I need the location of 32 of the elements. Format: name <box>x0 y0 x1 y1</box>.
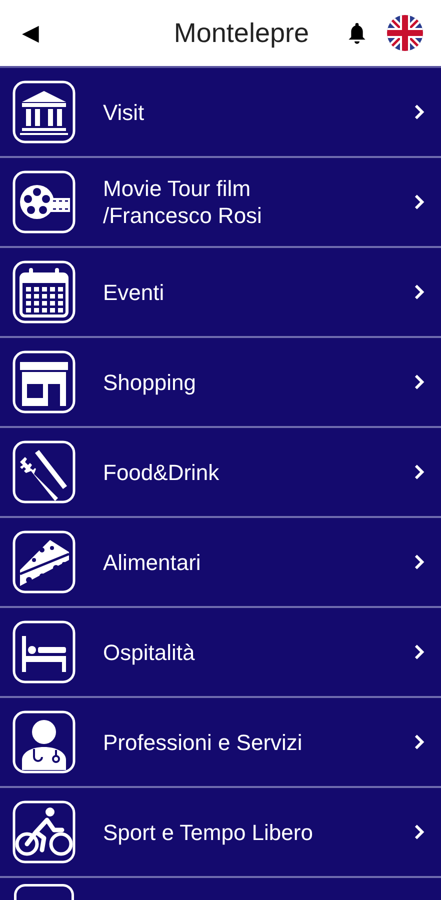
chevron-right-icon <box>414 644 425 660</box>
menu-label: Alimentari <box>103 548 202 576</box>
chevron-right-icon <box>414 554 425 570</box>
cheese-icon <box>12 530 76 594</box>
icon-frame <box>12 882 76 900</box>
back-button[interactable]: ◀ <box>22 20 39 46</box>
menu-label: Sport e Tempo Libero <box>103 818 314 846</box>
shop-icon <box>12 350 76 414</box>
page-title: Montelepre <box>172 18 310 48</box>
chevron-right-icon <box>414 104 425 120</box>
chevron-right-icon <box>414 824 425 840</box>
bell-icon[interactable] <box>347 21 367 45</box>
chevron-right-icon <box>414 734 425 750</box>
menu-label: Shopping <box>103 368 197 396</box>
chevron-right-icon <box>414 374 425 390</box>
flag-icon[interactable] <box>387 15 423 51</box>
doctor-icon <box>12 710 76 774</box>
chevron-right-icon <box>414 194 425 210</box>
calendar-icon <box>12 260 76 324</box>
menu-label: Professioni e Servizi <box>103 728 304 756</box>
museum-icon <box>12 80 76 144</box>
menu-label: Food&Drink <box>103 458 220 486</box>
menu-label: Eventi <box>103 278 166 306</box>
chevron-right-icon <box>414 284 425 300</box>
menu-label: Ospitalità <box>103 638 196 666</box>
fork-and-knife-icon <box>12 440 76 504</box>
bed-icon <box>12 620 76 684</box>
menu-label: Visit <box>103 98 146 126</box>
film-reel-icon <box>12 170 76 234</box>
cyclist-icon <box>12 800 76 864</box>
chevron-right-icon <box>414 464 425 480</box>
menu-label: Movie Tour film /Francesco Rosi <box>103 175 263 229</box>
